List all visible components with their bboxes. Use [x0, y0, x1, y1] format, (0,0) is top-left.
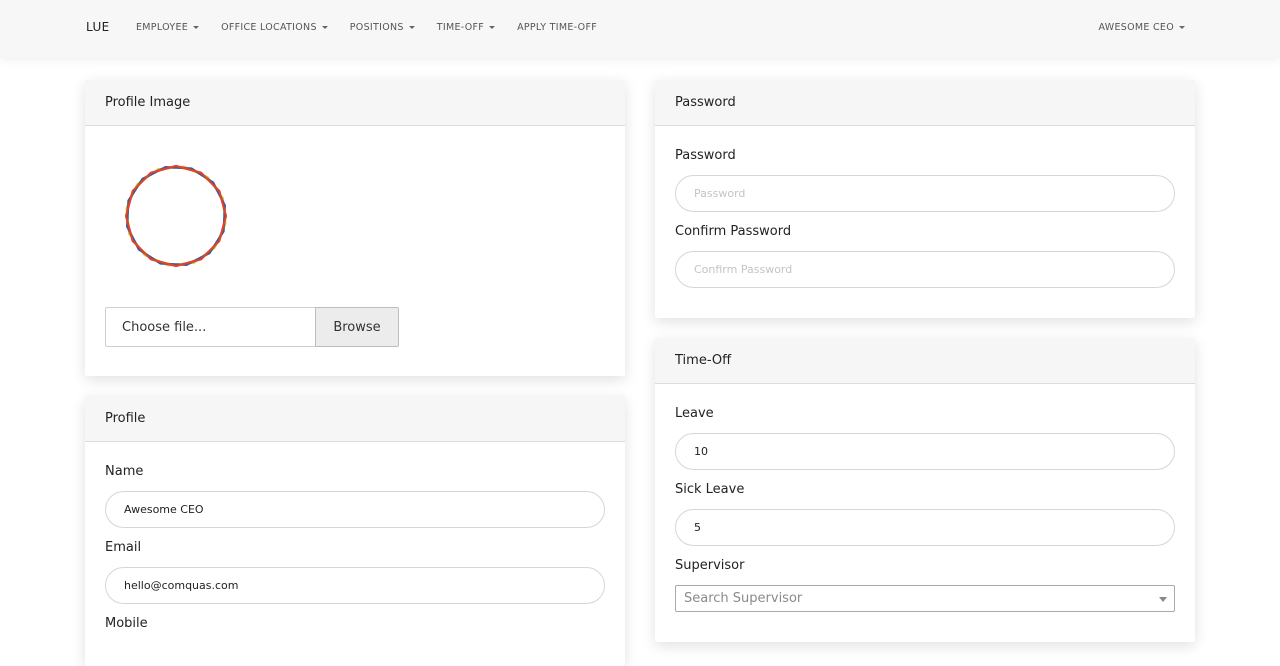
nav-item-office-locations[interactable]: OFFICE LOCATIONS	[221, 22, 328, 33]
card-header: Time-Off	[655, 338, 1195, 384]
name-label: Name	[105, 464, 144, 479]
confirm-password-input[interactable]	[675, 251, 1175, 288]
nav-item-time-off[interactable]: TIME-OFF	[436, 22, 496, 33]
user-name: AWESOME CEO	[1098, 22, 1174, 33]
avatar-green-shape	[125, 165, 227, 267]
supervisor-select[interactable]: Search Supervisor	[675, 585, 1175, 612]
caret-down-icon	[1179, 26, 1185, 29]
email-label: Email	[105, 540, 142, 555]
nav-item-apply-time-off[interactable]: APPLY TIME-OFF	[517, 22, 597, 33]
card-header: Profile Image	[85, 80, 625, 126]
profile-avatar-image	[124, 164, 228, 268]
name-input[interactable]	[105, 491, 605, 528]
card-title: Password	[675, 95, 736, 110]
card-title: Profile	[105, 411, 146, 426]
file-input[interactable]: Choose file...	[105, 307, 315, 347]
profile-image-card: Profile Image Choose file... Browse	[85, 80, 625, 376]
password-input[interactable]	[675, 175, 1175, 212]
user-menu[interactable]: AWESOME CEO	[1098, 22, 1185, 33]
sick-leave-label: Sick Leave	[675, 482, 745, 497]
password-label: Password	[675, 148, 736, 163]
card-header: Profile	[85, 396, 625, 442]
profile-card: Profile Name Email Mobile	[85, 396, 625, 666]
supervisor-label: Supervisor	[675, 558, 745, 573]
card-body: Choose file... Browse	[85, 126, 625, 376]
leave-input[interactable]	[675, 433, 1175, 470]
caret-down-icon	[321, 26, 328, 29]
password-card: Password Password Confirm Password	[655, 80, 1195, 318]
nav-item-label: POSITIONS	[349, 22, 404, 33]
nav-item-positions[interactable]: POSITIONS	[350, 22, 415, 33]
caret-down-icon	[408, 26, 415, 29]
mobile-label: Mobile	[105, 616, 148, 631]
avatar-blue-shape	[125, 165, 227, 267]
file-upload-group: Choose file... Browse	[105, 307, 399, 347]
caret-down-icon	[489, 26, 496, 29]
top-navbar: LUE EMPLOYEE OFFICE LOCATIONS POSITIONS …	[0, 0, 1280, 58]
confirm-password-label: Confirm Password	[675, 224, 792, 239]
sick-leave-input[interactable]	[675, 509, 1175, 546]
nav-item-label: OFFICE LOCATIONS	[221, 22, 317, 33]
nav-item-label: TIME-OFF	[436, 22, 485, 33]
nav-menu: EMPLOYEE OFFICE LOCATIONS POSITIONS TIME…	[136, 22, 619, 33]
nav-item-label: APPLY TIME-OFF	[517, 22, 597, 33]
time-off-card: Time-Off Leave Sick Leave Supervisor Sea…	[655, 338, 1195, 642]
nav-item-employee[interactable]: EMPLOYEE	[136, 22, 200, 33]
dropdown-arrow-icon	[1159, 597, 1167, 602]
caret-down-icon	[193, 26, 200, 29]
card-header: Password	[655, 80, 1195, 126]
nav-item-label: EMPLOYEE	[136, 22, 189, 33]
card-title: Profile Image	[105, 95, 191, 110]
email-input[interactable]	[105, 567, 605, 604]
card-title: Time-Off	[675, 353, 732, 368]
browse-button[interactable]: Browse	[315, 307, 399, 347]
supervisor-placeholder: Search Supervisor	[684, 591, 803, 606]
leave-label: Leave	[675, 406, 714, 421]
brand-logo[interactable]: LUE	[86, 20, 110, 34]
